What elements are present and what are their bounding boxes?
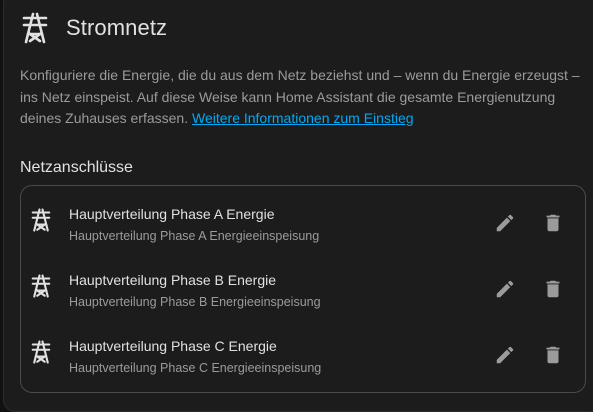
list-item: Hauptverteilung Phase C Energie Hauptver… — [21, 318, 585, 384]
edit-button[interactable] — [490, 340, 520, 370]
pencil-icon — [496, 214, 514, 232]
transmission-tower-icon — [31, 208, 51, 232]
connection-title: Hauptverteilung Phase A Energie — [69, 206, 275, 222]
delete-button[interactable] — [538, 208, 568, 238]
edit-button[interactable] — [490, 274, 520, 304]
transmission-tower-icon — [31, 340, 51, 364]
connection-title: Hauptverteilung Phase B Energie — [69, 272, 277, 288]
pencil-icon — [496, 280, 514, 298]
description: Konfiguriere die Energie, die du aus dem… — [20, 65, 586, 130]
connection-subtitle: Hauptverteilung Phase C Energieeinspeisu… — [69, 361, 322, 375]
connection-title: Hauptverteilung Phase C Energie — [69, 338, 277, 354]
transmission-tower-icon — [31, 274, 51, 298]
connection-subtitle: Hauptverteilung Phase B Energieeinspeisu… — [69, 295, 321, 309]
transmission-tower-icon — [20, 11, 50, 45]
section-title: Netzanschlüsse — [20, 159, 133, 176]
trash-icon — [546, 214, 560, 232]
pencil-icon — [496, 346, 514, 364]
delete-button[interactable] — [538, 340, 568, 370]
list-item: Hauptverteilung Phase B Energie Hauptver… — [21, 252, 585, 318]
learn-more-link[interactable]: Weitere Informationen zum Einstieg — [192, 110, 414, 126]
trash-icon — [546, 280, 560, 298]
list-item: Hauptverteilung Phase A Energie Hauptver… — [21, 186, 585, 252]
trash-icon — [546, 346, 560, 364]
connections-list: Hauptverteilung Phase A Energie Hauptver… — [20, 185, 586, 393]
delete-button[interactable] — [538, 274, 568, 304]
connection-subtitle: Hauptverteilung Phase A Energieeinspeisu… — [69, 229, 320, 243]
card-header: Stromnetz — [20, 10, 167, 46]
edit-button[interactable] — [490, 208, 520, 238]
card-title: Stromnetz — [66, 15, 168, 40]
